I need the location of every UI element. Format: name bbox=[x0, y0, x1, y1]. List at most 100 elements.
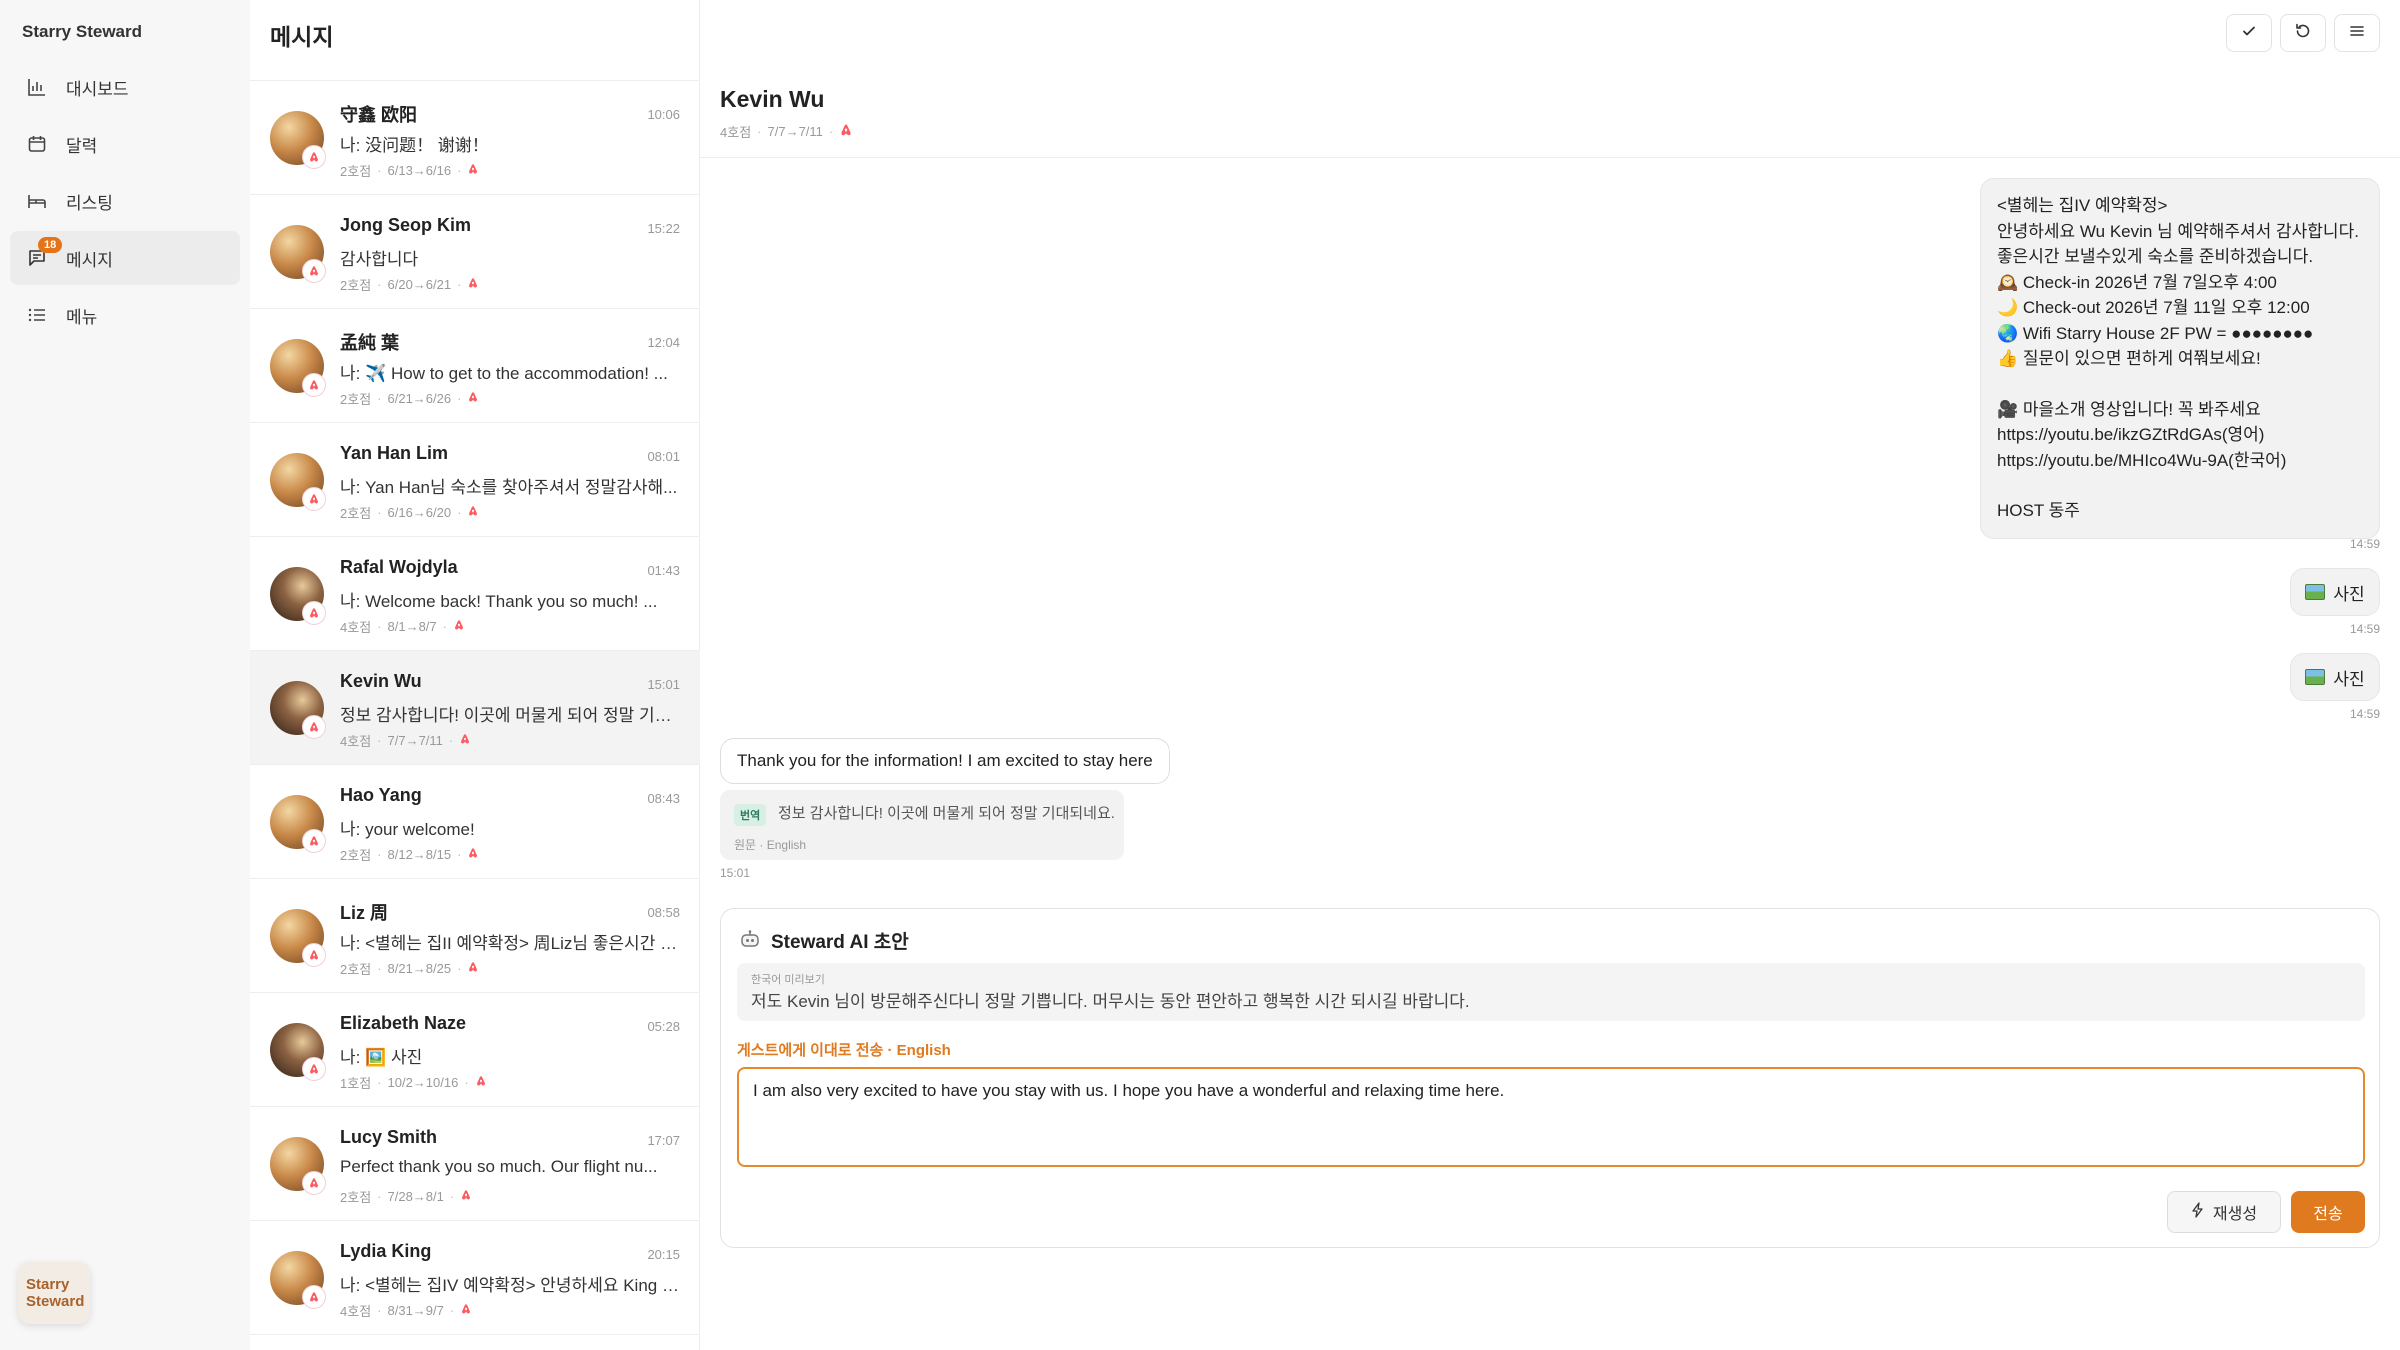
conversation-preview: 나: 🖼️ 사진 bbox=[340, 1048, 423, 1067]
chat-dates: 7/7→7/11 bbox=[767, 124, 823, 139]
hamburger-icon bbox=[2348, 22, 2366, 45]
chat-header: Kevin Wu 4호점 · 7/7→7/11 · bbox=[700, 70, 2400, 158]
conversation-preview: 나: <별헤는 집IV 예약확정> 안녕하세요 King L... bbox=[340, 1276, 680, 1295]
conversation-list: 守鑫 欧阳 10:06 나: 没问题！ 谢谢！ 2호점 · 6/13→6/16 · Jong … bbox=[250, 80, 700, 1335]
message-line: 🌏 Wifi Starry House 2F PW = ●●●●●●●● bbox=[1997, 323, 2314, 343]
photo-label: 사진 bbox=[2333, 669, 2365, 689]
send-button[interactable]: 전송 bbox=[2291, 1191, 2365, 1233]
conversation-preview: 나: Yan Han님 숙소를 찾아주셔서 정말감사해... bbox=[340, 478, 678, 497]
conversation-dates: 7/28→8/1 bbox=[387, 1189, 444, 1204]
conversation-item[interactable]: Lucy Smith 17:07 Perfect thank you so much… bbox=[250, 1107, 700, 1221]
conversation-meta: 2호점 · 8/12→8/15 · bbox=[340, 845, 479, 864]
korean-preview-box: 한국어 미리보기 저도 Kevin 님이 방문해주신다니 정말 기쁩니다. 머무… bbox=[737, 963, 2365, 1021]
conversation-time: 20:15 bbox=[647, 1247, 680, 1262]
conversation-preview: 나: <별헤는 집II 예약확정> 周Liz님 좋은시간 보... bbox=[340, 934, 680, 953]
conversation-item[interactable]: Lydia King 20:15 나: <별헤는 집IV 예약확정> 안녕하세요 K… bbox=[250, 1221, 700, 1335]
photo-message[interactable]: 사진 bbox=[2290, 653, 2380, 701]
conversation-preview: 나: Welcome back! Thank you so much! ... bbox=[340, 592, 658, 611]
conversation-room: 2호점 bbox=[340, 848, 372, 863]
conversation-meta: 2호점 · 6/13→6/16 · bbox=[340, 161, 479, 180]
conversation-room: 2호점 bbox=[340, 1190, 372, 1205]
airbnb-icon bbox=[460, 1303, 472, 1318]
airbnb-icon bbox=[467, 277, 479, 292]
conversation-item[interactable]: Yan Han Lim 08:01 나: Yan Han님 숙소를 찾아주셔서 정말… bbox=[250, 423, 700, 537]
airbnb-icon bbox=[839, 123, 853, 140]
message-line: HOST 동주 bbox=[1997, 501, 2080, 520]
message-timestamp: 14:59 bbox=[2349, 707, 2380, 721]
conversation-item[interactable]: 孟純 葉 12:04 나: ✈️ How to get to the accommo… bbox=[250, 309, 700, 423]
conversation-item[interactable]: Liz 周 08:58 나: <별헤는 집II 예약확정> 周Liz님 좋은시간 보… bbox=[250, 879, 700, 993]
chat-panel: Kevin Wu 4호점 · 7/7→7/11 · <별헤는 집IV 예약확정>… bbox=[700, 70, 2400, 1350]
conversation-meta: 4호점 · 8/31→9/7 · bbox=[340, 1301, 472, 1320]
conversation-room: 4호점 bbox=[340, 1304, 372, 1319]
message-line: 안녕하세요 Wu Kevin 님 예약해주셔서 감사합니다. bbox=[1997, 221, 2359, 241]
sidebar-item-label: 달력 bbox=[66, 136, 98, 156]
conversation-dates: 6/13→6/16 bbox=[387, 163, 452, 178]
airbnb-icon bbox=[460, 1189, 472, 1204]
conversation-room: 2호점 bbox=[340, 278, 372, 293]
ai-draft-card: Steward AI 초안 한국어 미리보기 저도 Kevin 님이 방문해주신… bbox=[720, 908, 2380, 1248]
conversation-name: Kevin Wu bbox=[340, 671, 422, 691]
refresh-button[interactable] bbox=[2280, 14, 2326, 52]
conversation-name: Lydia King bbox=[340, 1241, 432, 1261]
conversation-meta: 4호점 · 8/1→8/7 · bbox=[340, 617, 465, 636]
message-line: 좋은시간 보낼수있게 숙소를 준비하겠습니다. bbox=[1997, 247, 2314, 266]
robot-icon bbox=[739, 928, 761, 950]
airbnb-icon bbox=[475, 1075, 487, 1090]
sidebar-item-messages[interactable]: 18 메시지 bbox=[10, 231, 240, 285]
sidebar-item-label: 대시보드 bbox=[66, 79, 129, 99]
airbnb-icon bbox=[467, 961, 479, 976]
sidebar-item-menu[interactable]: 메뉴 bbox=[10, 288, 240, 342]
reply-input[interactable] bbox=[737, 1067, 2365, 1167]
bed-icon bbox=[26, 190, 48, 212]
message-line: https://youtu.be/MHIco4Wu-9A(한국어) bbox=[1997, 450, 2287, 470]
message-timestamp: 14:59 bbox=[2349, 622, 2380, 636]
conversation-meta: 1호점 · 10/2→10/16 · bbox=[340, 1073, 487, 1092]
logo-text-line2: Steward bbox=[26, 1293, 85, 1310]
airbnb-icon bbox=[302, 601, 326, 625]
conversation-time: 17:07 bbox=[647, 1133, 680, 1148]
conversation-dates: 8/21→8/25 bbox=[387, 961, 452, 976]
regenerate-button[interactable]: 재생성 bbox=[2167, 1191, 2281, 1233]
conversation-item[interactable]: Kevin Wu 15:01 정보 감사합니다! 이곳에 머물게 되어 정말 기대.… bbox=[250, 651, 700, 765]
conversation-dates: 8/1→8/7 bbox=[387, 619, 437, 634]
conversation-item[interactable]: 守鑫 欧阳 10:06 나: 没问题！ 谢谢！ 2호점 · 6/13→6/16 · bbox=[250, 81, 700, 195]
conversation-time: 05:28 bbox=[647, 1019, 680, 1034]
conversation-preview: 정보 감사합니다! 이곳에 머물게 되어 정말 기대... bbox=[340, 706, 680, 725]
conversation-room: 2호점 bbox=[340, 164, 372, 179]
message-line: https://youtu.be/ikzGZtRdGAs(영어) bbox=[1997, 425, 2265, 444]
sidebar-item-listing[interactable]: 리스팅 bbox=[10, 174, 240, 228]
conversation-room: 4호점 bbox=[340, 620, 372, 635]
send-as-is-label: 게스트에게 이대로 전송 · English bbox=[737, 1042, 951, 1059]
airbnb-icon bbox=[302, 487, 326, 511]
translation-box: 번역 정보 감사합니다! 이곳에 머물게 되어 정말 기대되네요. 원문 · E… bbox=[720, 790, 1124, 860]
message-line: 👍 질문이 있으면 편하게 여쭤보세요! bbox=[1997, 349, 2261, 368]
conversation-dates: 8/12→8/15 bbox=[387, 847, 452, 862]
conversation-dates: 8/31→9/7 bbox=[387, 1303, 444, 1318]
airbnb-icon bbox=[302, 1171, 326, 1195]
conversation-item[interactable]: Jong Seop Kim 15:22 감사합니다 2호점 · 6/20→6/21 · bbox=[250, 195, 700, 309]
menu-button[interactable] bbox=[2334, 14, 2380, 52]
sidebar-item-calendar[interactable]: 달력 bbox=[10, 117, 240, 171]
conversation-preview: 나: your welcome! bbox=[340, 820, 475, 839]
conversation-name: 守鑫 欧阳 bbox=[340, 105, 418, 125]
sidebar-item-label: 리스팅 bbox=[66, 193, 113, 213]
conversation-item[interactable]: Hao Yang 08:43 나: your welcome! 2호점 · 8/12→8/… bbox=[250, 765, 700, 879]
conversation-name: Hao Yang bbox=[340, 785, 422, 805]
conversation-name: 孟純 葉 bbox=[340, 333, 400, 353]
conversation-meta: 4호점 · 7/7→7/11 · bbox=[340, 731, 471, 750]
conversation-item[interactable]: Elizabeth Naze 05:28 나: 🖼️ 사진 1호점 · 10/2→10/1… bbox=[250, 993, 700, 1107]
sidebar-item-dashboard[interactable]: 대시보드 bbox=[10, 60, 240, 114]
preview-text: 저도 Kevin 님이 방문해주신다니 정말 기쁩니다. 머무시는 동안 편안하… bbox=[751, 992, 1470, 1011]
conversation-preview: 나: 没问题！ 谢谢！ bbox=[340, 136, 489, 155]
lightning-icon bbox=[2191, 1201, 2205, 1223]
airbnb-icon bbox=[467, 847, 479, 862]
conversation-item[interactable]: Rafal Wojdyla 01:43 나: Welcome back! Thank… bbox=[250, 537, 700, 651]
airbnb-icon bbox=[302, 259, 326, 283]
airbnb-icon bbox=[453, 619, 465, 634]
photo-message[interactable]: 사진 bbox=[2290, 568, 2380, 616]
app-logo[interactable]: Starry Steward bbox=[18, 1262, 90, 1324]
mark-read-button[interactable] bbox=[2226, 14, 2272, 52]
conversation-preview: 감사합니다 bbox=[340, 250, 419, 269]
